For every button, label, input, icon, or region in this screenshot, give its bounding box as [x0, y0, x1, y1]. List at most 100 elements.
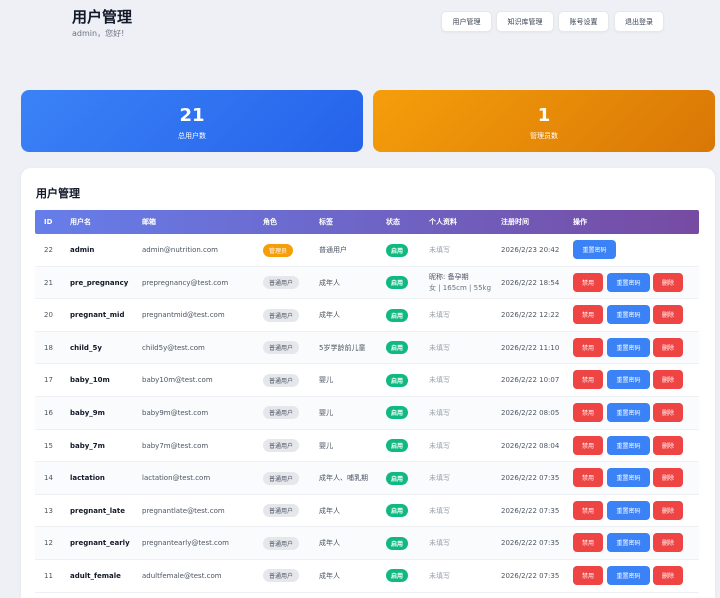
nav-knowledge-base-button[interactable]: 知识库管理: [496, 11, 554, 32]
role-cell: 普通用户: [263, 560, 300, 592]
user-tag: 普通用户: [319, 246, 347, 254]
user-tag: 婴儿: [319, 441, 333, 450]
status-cell: 启用: [386, 462, 409, 494]
user-id: 13: [44, 506, 53, 515]
profile-text: 昵称: 备孕期: [429, 272, 469, 281]
disable-button[interactable]: 禁用: [573, 500, 603, 520]
profile-text: 未填写: [429, 474, 450, 483]
column-header: 标签: [319, 218, 333, 226]
header: 用户管理 admin，您好! 用户管理 知识库管理 账号设置 退出登录: [0, 0, 720, 72]
registered-date: 2026/2/22 08:04: [501, 441, 560, 450]
role-cell: 普通用户: [263, 462, 300, 494]
profile-cell: 未填写: [429, 430, 450, 462]
disable-button[interactable]: 禁用: [573, 435, 603, 455]
delete-button[interactable]: 删除: [653, 565, 683, 585]
username: adult_female: [70, 571, 121, 580]
reset-password-button[interactable]: 重置密码: [607, 565, 650, 585]
profile-cell: 未填写: [429, 299, 450, 331]
delete-button[interactable]: 删除: [653, 402, 683, 422]
profile-text: 未填写: [429, 343, 450, 352]
profile-cell: 未填写: [429, 397, 450, 429]
user-tag: 婴儿: [319, 408, 333, 417]
user-email: admin@nutrition.com: [142, 246, 218, 254]
delete-button[interactable]: 删除: [653, 533, 683, 553]
disable-button[interactable]: 禁用: [573, 565, 603, 585]
delete-button[interactable]: 删除: [653, 305, 683, 325]
nav-user-management-button[interactable]: 用户管理: [441, 11, 492, 32]
user-id: 16: [44, 408, 53, 417]
disable-button[interactable]: 禁用: [573, 370, 603, 390]
column-header: 邮箱: [142, 218, 156, 226]
role-badge: 普通用户: [263, 308, 300, 322]
disable-button[interactable]: 禁用: [573, 402, 603, 422]
delete-button[interactable]: 删除: [653, 468, 683, 488]
user-email: pregnantearly@test.com: [142, 539, 230, 548]
status-cell: 启用: [386, 527, 409, 559]
user-id: 12: [44, 539, 53, 548]
disable-button[interactable]: 禁用: [573, 305, 603, 325]
status-badge: 启用: [386, 439, 409, 453]
registered-date: 2026/2/22 08:05: [501, 408, 560, 417]
registered-date: 2026/2/22 07:35: [501, 474, 560, 483]
column-header: 用户名: [70, 218, 91, 226]
disable-button[interactable]: 禁用: [573, 272, 603, 292]
status-badge: 启用: [386, 536, 409, 550]
disable-button[interactable]: 禁用: [573, 468, 603, 488]
user-email: baby10m@test.com: [142, 376, 213, 385]
user-id: 14: [44, 474, 53, 483]
table-header: ID 用户名 邮箱 角色 标签 状态 个人资料 注册时间 操作: [35, 210, 699, 234]
username: baby_9m: [70, 408, 105, 417]
role-cell: 普通用户: [263, 495, 300, 527]
total-users-value: 21: [179, 105, 205, 126]
user-id: 11: [44, 571, 53, 580]
registered-date: 2026/2/23 20:42: [501, 246, 560, 254]
username: admin: [70, 246, 95, 254]
registered-date: 2026/2/22 10:07: [501, 376, 560, 385]
user-tag: 5岁学龄前儿童: [319, 343, 366, 352]
user-email: adultfemale@test.com: [142, 571, 222, 580]
nav-account-settings-button[interactable]: 账号设置: [558, 11, 609, 32]
delete-button[interactable]: 删除: [653, 337, 683, 357]
table-body: 22 admin admin@nutrition.com 普通用户 2026/2/23 …: [35, 234, 699, 593]
profile-text: 未填写: [429, 376, 450, 385]
reset-password-button[interactable]: 重置密码: [607, 337, 650, 357]
registered-date: 2026/2/22 07:35: [501, 539, 560, 548]
admins-label: 管理员数: [530, 132, 558, 140]
reset-password-button[interactable]: 重置密码: [607, 500, 650, 520]
delete-button[interactable]: 删除: [653, 500, 683, 520]
user-email: baby7m@test.com: [142, 441, 209, 450]
reset-password-button[interactable]: 重置密码: [573, 240, 616, 259]
status-badge: 启用: [386, 504, 409, 518]
nav-logout-button[interactable]: 退出登录: [614, 11, 664, 32]
reset-password-button[interactable]: 重置密码: [607, 305, 650, 325]
role-badge: 普通用户: [263, 439, 300, 453]
user-email: child5y@test.com: [142, 343, 205, 352]
reset-password-button[interactable]: 重置密码: [607, 468, 650, 488]
disable-button[interactable]: 禁用: [573, 533, 603, 553]
user-id: 17: [44, 376, 53, 385]
table-row: 16 baby_9m baby9m@test.com 婴儿 2026/2/22 08:0…: [35, 396, 699, 430]
user-tag: 成年人、哺乳期: [319, 474, 368, 483]
role-cell: 普通用户: [263, 267, 300, 299]
reset-password-button[interactable]: 重置密码: [607, 402, 650, 422]
status-badge: 启用: [386, 341, 409, 355]
profile-cell: 未填写: [429, 527, 450, 559]
profile-text: 未填写: [429, 571, 450, 580]
disable-button[interactable]: 禁用: [573, 337, 603, 357]
user-email: pregnantmid@test.com: [142, 311, 225, 320]
username: pre_pregnancy: [70, 278, 129, 287]
role-cell: 普通用户: [263, 364, 300, 396]
user-id: 18: [44, 343, 53, 352]
reset-password-button[interactable]: 重置密码: [607, 272, 650, 292]
reset-password-button[interactable]: 重置密码: [607, 533, 650, 553]
user-id: 21: [44, 278, 53, 287]
panel-title: 用户管理: [36, 187, 80, 200]
reset-password-button[interactable]: 重置密码: [607, 435, 650, 455]
username: lactation: [70, 474, 105, 483]
profile-text: 未填写: [429, 246, 450, 254]
delete-button[interactable]: 删除: [653, 272, 683, 292]
reset-password-button[interactable]: 重置密码: [607, 370, 650, 390]
delete-button[interactable]: 删除: [653, 370, 683, 390]
registered-date: 2026/2/22 07:35: [501, 571, 560, 580]
delete-button[interactable]: 删除: [653, 435, 683, 455]
